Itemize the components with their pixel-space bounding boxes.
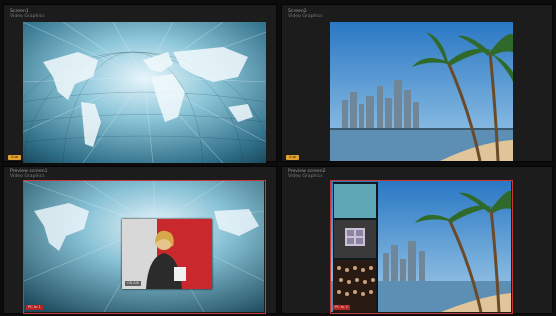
viewer-subtitle: Video Graphics [10,14,45,19]
viewer-screen2[interactable]: Screen2 Video Graphics Cue [281,4,553,162]
cue-badge: Cue [286,155,299,160]
city-skyline-graphic [330,22,513,161]
multiviewer-grid: Screen1 Video Graphics Cue Screen2 Video… [0,0,556,316]
viewer-label: Screen2 Video Graphics [288,9,323,19]
viewer-subtitle: Video Graphics [10,174,45,179]
tally-tag: PC to 2 [333,305,350,310]
preview-screen: ON AIR [23,180,266,314]
pip-window[interactable]: ON AIR [122,219,212,289]
viewer-label: Preview screen2 Video Graphics [288,169,326,179]
world-map-graphic [23,22,266,163]
viewer-preview1[interactable]: Preview screen1 Video Graphics ON AIR PC… [3,166,277,314]
preview-screen [330,180,513,314]
pip-tag: ON AIR [125,281,141,286]
cue-badge: Cue [8,155,21,160]
viewer-label: Screen1 Video Graphics [10,9,45,19]
tally-tag: PC to 1 [26,305,43,310]
viewer-subtitle: Video Graphics [288,14,323,19]
pip-strip[interactable] [333,182,378,313]
viewer-preview2[interactable]: Preview screen2 Video Graphics PC to 2 [281,166,553,314]
viewer-label: Preview screen1 Video Graphics [10,169,48,179]
viewer-subtitle: Video Graphics [288,174,323,179]
viewer-screen1[interactable]: Screen1 Video Graphics Cue [3,4,277,163]
